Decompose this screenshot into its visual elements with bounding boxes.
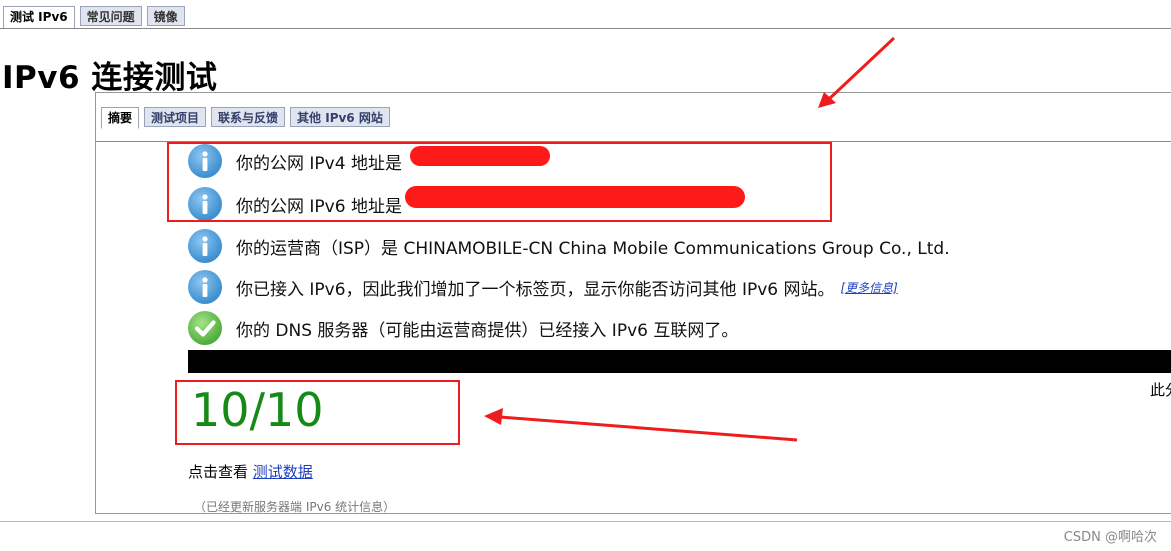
annotation-box-addresses [167,142,832,222]
page-title: IPv6 连接测试 [2,60,218,96]
info-icon [188,270,222,304]
tab-other-ipv6-sites[interactable]: 其他 IPv6 网站 [290,107,390,127]
info-icon [188,229,222,263]
annotation-box-score [175,380,460,445]
score-caption-text: 此分 [1150,381,1171,399]
tab-test-items[interactable]: 测试项目 [144,107,207,127]
stats-note: （已经更新服务器端 IPv6 统计信息） [194,500,396,514]
check-icon [188,311,222,345]
test-data-link[interactable]: 测试数据 [253,463,313,481]
more-info-link[interactable]: [更多信息] [841,279,898,296]
footer-divider [0,521,1171,522]
inner-tab-bar: 摘要 测试项目 联系与反馈 其他 IPv6 网站 [101,107,390,129]
tab-contact[interactable]: 联系与反馈 [211,107,286,127]
dns-row: 你的 DNS 服务器（可能由运营商提供）已经接入 IPv6 互联网了。 [188,310,738,346]
progress-bar [188,350,1171,373]
arrow-to-tabs [826,36,896,102]
test-data-line: 点击查看 测试数据 [188,461,313,482]
click-view-label: 点击查看 [188,463,253,481]
dns-text: 你的 DNS 服务器（可能由运营商提供）已经接入 IPv6 互联网了。 [236,320,739,341]
ipv6-tab-row: 你已接入 IPv6，因此我们增加了一个标签页，显示你能否访问其他 IPv6 网站… [188,269,898,305]
tab-summary[interactable]: 摘要 [101,107,140,129]
top-tab-bar: 测试 IPv6 常见问题 镜像 [3,6,185,29]
ipv6-tab-text: 你已接入 IPv6，因此我们增加了一个标签页，显示你能否访问其他 IPv6 网站… [236,279,835,300]
isp-text: 你的运营商（ISP）是 CHINAMOBILE-CN China Mobile … [236,238,950,259]
tab-test-ipv6[interactable]: 测试 IPv6 [3,6,75,29]
watermark: CSDN @啊哈次 [1063,530,1157,545]
tab-divider [0,28,1171,29]
tab-mirror[interactable]: 镜像 [146,6,185,26]
isp-row: 你的运营商（ISP）是 CHINAMOBILE-CN China Mobile … [188,228,950,264]
tab-faq[interactable]: 常见问题 [79,6,142,26]
